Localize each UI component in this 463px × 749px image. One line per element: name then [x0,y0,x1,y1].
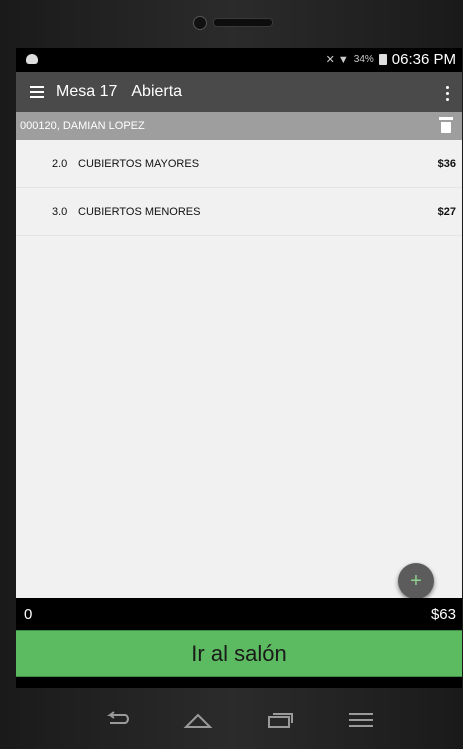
total-count: 0 [24,605,33,623]
device-top-bezel [0,0,463,48]
camera-icon [193,16,207,30]
status-time: 06:36 PM [391,51,456,68]
status-bar: ✕ ▼ 34% 06:36 PM [16,48,462,72]
signal-icon: ✕ ▼ [325,54,349,66]
overflow-icon[interactable] [446,83,450,104]
battery-percent: 34% [353,54,374,65]
item-price: $27 [437,205,456,218]
recents-icon[interactable] [265,711,295,731]
system-nav-bar [16,698,462,744]
customer-bar: 000120, DAMIAN LOPEZ [16,112,462,140]
table-status: Abierta [131,83,183,100]
item-quantity: 3.0 [52,205,68,218]
screen: ✕ ▼ 34% 06:36 PM Mesa 17 Abierta 000120,… [16,48,462,688]
go-to-salon-button[interactable]: Ir al salón [16,630,462,677]
menu-icon[interactable] [346,711,376,731]
total-amount: $63 [430,605,456,623]
order-list: 2.0 CUBIERTOS MAYORES $36 3.0 CUBIERTOS … [16,140,462,599]
device-frame: ✕ ▼ 34% 06:36 PM Mesa 17 Abierta 000120,… [0,0,463,749]
trash-icon[interactable] [439,117,453,133]
notification-icon [26,54,38,64]
battery-icon [378,54,387,65]
page-title: Mesa 17 [56,83,118,100]
item-name: CUBIERTOS MAYORES [78,157,200,170]
app-bar: Mesa 17 Abierta [16,72,462,112]
customer-label: 000120, DAMIAN LOPEZ [20,120,145,132]
item-price: $36 [437,157,456,170]
list-item[interactable]: 3.0 CUBIERTOS MENORES $27 [16,188,462,236]
speaker-grille [213,18,273,27]
item-name: CUBIERTOS MENORES [78,205,201,218]
total-bar: 0 $63 [16,598,462,630]
list-item[interactable]: 2.0 CUBIERTOS MAYORES $36 [16,140,462,188]
menu-icon[interactable] [30,83,44,101]
status-right: ✕ ▼ 34% 06:36 PM [326,51,456,68]
add-item-button[interactable]: + [398,563,434,599]
item-quantity: 2.0 [52,157,68,170]
home-icon[interactable] [183,711,213,731]
back-icon[interactable] [102,711,132,731]
